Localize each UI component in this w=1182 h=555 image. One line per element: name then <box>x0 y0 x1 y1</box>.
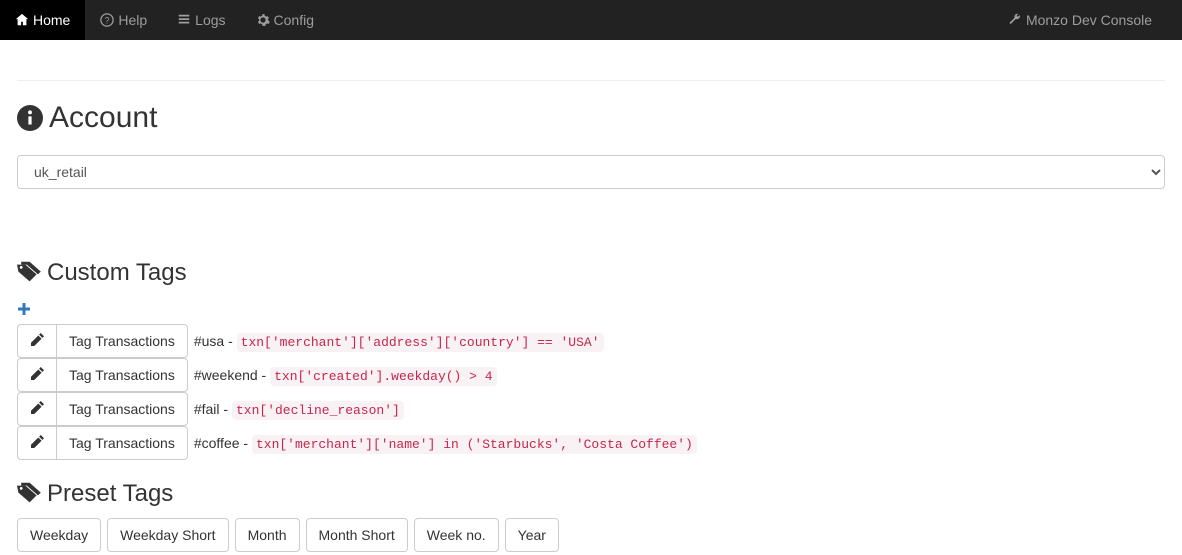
tag-row: Tag Transactions #usa - txn['merchant'][… <box>17 324 1165 358</box>
tag-expression: #usa - txn['merchant']['address']['count… <box>194 333 604 350</box>
tag-row: Tag Transactions #coffee - txn['merchant… <box>17 426 1165 460</box>
nav-help[interactable]: ? Help <box>85 0 162 40</box>
wrench-icon <box>1008 13 1022 27</box>
tag-row-buttons: Tag Transactions <box>17 426 188 460</box>
edit-tag-button[interactable] <box>17 324 57 358</box>
preset-tag-button[interactable]: Weekday <box>17 518 101 552</box>
navbar-right: Monzo Dev Console <box>993 0 1182 40</box>
edit-tag-button[interactable] <box>17 392 57 426</box>
tag-code: txn['decline_reason'] <box>232 401 404 420</box>
nav-home-label: Home <box>33 12 70 28</box>
tags-icon <box>17 259 45 287</box>
navbar: Home ? Help Logs Config Monzo Dev Consol… <box>0 0 1182 40</box>
preset-tag-button[interactable]: Weekday Short <box>107 518 228 552</box>
tag-transactions-button[interactable]: Tag Transactions <box>56 392 188 426</box>
tag-expression: #fail - txn['decline_reason'] <box>194 401 404 418</box>
nav-logs[interactable]: Logs <box>162 0 240 40</box>
pencil-icon <box>31 435 44 451</box>
main-container: Account uk_retail Custom Tags Tag Transa… <box>0 80 1182 552</box>
custom-tags-list: Tag Transactions #usa - txn['merchant'][… <box>17 324 1165 460</box>
preset-tags-heading-text: Preset Tags <box>47 480 173 508</box>
tag-row-buttons: Tag Transactions <box>17 358 188 392</box>
navbar-left: Home ? Help Logs Config <box>0 0 329 40</box>
nav-brand[interactable]: Monzo Dev Console <box>993 0 1167 40</box>
preset-tags-list: Weekday Weekday Short Month Month Short … <box>17 518 1165 552</box>
account-heading-text: Account <box>49 101 157 135</box>
add-tag-button[interactable] <box>17 302 31 319</box>
custom-tags-heading: Custom Tags <box>17 259 1165 287</box>
tag-code: txn['merchant']['name'] in ('Starbucks',… <box>252 435 697 454</box>
pencil-icon <box>31 367 44 383</box>
tag-expression: #coffee - txn['merchant']['name'] in ('S… <box>194 435 697 452</box>
tag-row: Tag Transactions #weekend - txn['created… <box>17 358 1165 392</box>
gear-icon <box>256 13 270 27</box>
tag-code: txn['merchant']['address']['country'] ==… <box>237 333 604 352</box>
preset-tag-button[interactable]: Month Short <box>306 518 408 552</box>
list-icon <box>177 13 191 27</box>
nav-home[interactable]: Home <box>0 0 85 40</box>
info-icon <box>17 105 43 131</box>
pencil-icon <box>31 401 44 417</box>
edit-tag-button[interactable] <box>17 358 57 392</box>
nav-help-label: Help <box>118 12 147 28</box>
account-select[interactable]: uk_retail <box>17 155 1165 189</box>
nav-logs-label: Logs <box>195 12 225 28</box>
custom-tags-heading-text: Custom Tags <box>47 259 187 287</box>
preset-tags-heading: Preset Tags <box>17 480 1165 508</box>
question-icon: ? <box>100 13 114 27</box>
tag-code: txn['created'].weekday() > 4 <box>270 367 496 386</box>
nav-config[interactable]: Config <box>241 0 329 40</box>
preset-tag-button[interactable]: Week no. <box>414 518 499 552</box>
tag-expression: #weekend - txn['created'].weekday() > 4 <box>194 367 497 384</box>
edit-tag-button[interactable] <box>17 426 57 460</box>
tag-row-buttons: Tag Transactions <box>17 392 188 426</box>
tag-row-buttons: Tag Transactions <box>17 324 188 358</box>
pencil-icon <box>31 333 44 349</box>
tag-transactions-button[interactable]: Tag Transactions <box>56 324 188 358</box>
home-icon <box>15 13 29 27</box>
preset-tag-button[interactable]: Year <box>505 518 559 552</box>
tag-transactions-button[interactable]: Tag Transactions <box>56 358 188 392</box>
nav-config-label: Config <box>274 12 314 28</box>
tag-transactions-button[interactable]: Tag Transactions <box>56 426 188 460</box>
account-heading: Account <box>17 101 1165 135</box>
nav-brand-label: Monzo Dev Console <box>1026 12 1152 28</box>
tag-row: Tag Transactions #fail - txn['decline_re… <box>17 392 1165 426</box>
preset-tag-button[interactable]: Month <box>235 518 300 552</box>
divider <box>17 80 1165 81</box>
tags-icon <box>17 480 45 508</box>
svg-text:?: ? <box>105 16 110 26</box>
